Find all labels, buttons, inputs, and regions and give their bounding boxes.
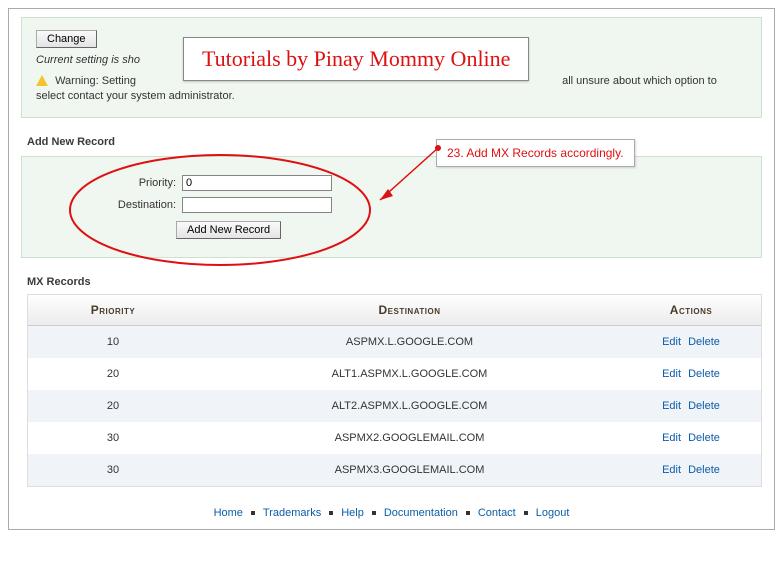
footer-nav: Home Trademarks Help Documentation Contact Lo… bbox=[9, 497, 774, 529]
app-frame: Change Current setting is sho Warning: S… bbox=[8, 8, 775, 530]
priority-label: Priority: bbox=[76, 177, 176, 189]
separator-icon bbox=[524, 511, 528, 515]
delete-link[interactable]: Delete bbox=[688, 464, 720, 476]
separator-icon bbox=[329, 511, 333, 515]
cell-priority: 20 bbox=[28, 358, 198, 390]
footer-link[interactable]: Help bbox=[341, 507, 364, 519]
footer-link[interactable]: Home bbox=[214, 507, 243, 519]
table-row: 20ALT1.ASPMX.L.GOOGLE.COMEdit Delete bbox=[28, 358, 761, 390]
destination-label: Destination: bbox=[76, 199, 176, 211]
footer-link[interactable]: Logout bbox=[536, 507, 570, 519]
table-row: 30ASPMX2.GOOGLEMAIL.COMEdit Delete bbox=[28, 422, 761, 454]
cell-priority: 30 bbox=[28, 454, 198, 486]
delete-link[interactable]: Delete bbox=[688, 368, 720, 380]
cell-actions: Edit Delete bbox=[621, 454, 761, 486]
edit-link[interactable]: Edit bbox=[662, 368, 681, 380]
cell-priority: 10 bbox=[28, 326, 198, 358]
edit-link[interactable]: Edit bbox=[662, 336, 681, 348]
col-actions: Actions bbox=[621, 295, 761, 325]
separator-icon bbox=[372, 511, 376, 515]
footer-link[interactable]: Trademarks bbox=[263, 507, 321, 519]
footer-link[interactable]: Documentation bbox=[384, 507, 458, 519]
warning-icon bbox=[36, 75, 48, 86]
table-row: 20ALT2.ASPMX.L.GOOGLE.COMEdit Delete bbox=[28, 390, 761, 422]
priority-input[interactable] bbox=[182, 175, 332, 191]
cell-actions: Edit Delete bbox=[621, 358, 761, 390]
edit-link[interactable]: Edit bbox=[662, 400, 681, 412]
edit-link[interactable]: Edit bbox=[662, 464, 681, 476]
edit-link[interactable]: Edit bbox=[662, 432, 681, 444]
destination-input[interactable] bbox=[182, 197, 332, 213]
cell-priority: 30 bbox=[28, 422, 198, 454]
delete-link[interactable]: Delete bbox=[688, 336, 720, 348]
change-button[interactable]: Change bbox=[36, 30, 97, 48]
separator-icon bbox=[251, 511, 255, 515]
warning-label: Warning: bbox=[55, 75, 99, 87]
footer-link[interactable]: Contact bbox=[478, 507, 516, 519]
callout-annotation: 23. Add MX Records accordingly. bbox=[436, 139, 635, 167]
table-row: 30ASPMX3.GOOGLEMAIL.COMEdit Delete bbox=[28, 454, 761, 486]
cell-priority: 20 bbox=[28, 390, 198, 422]
mx-table-header: Priority Destination Actions bbox=[28, 295, 761, 326]
mx-table-body: 10ASPMX.L.GOOGLE.COMEdit Delete20ALT1.AS… bbox=[28, 326, 761, 486]
mx-records-table: Priority Destination Actions 10ASPMX.L.G… bbox=[27, 294, 762, 487]
cell-actions: Edit Delete bbox=[621, 422, 761, 454]
tutorial-banner-annotation: Tutorials by Pinay Mommy Online bbox=[183, 37, 529, 81]
add-record-title: Add New Record bbox=[27, 136, 762, 148]
mx-records-title: MX Records bbox=[27, 276, 762, 288]
add-record-panel: Priority: Destination: Add New Record bbox=[21, 156, 762, 258]
cell-destination: ALT2.ASPMX.L.GOOGLE.COM bbox=[198, 390, 621, 422]
cell-destination: ASPMX2.GOOGLEMAIL.COM bbox=[198, 422, 621, 454]
col-destination: Destination bbox=[198, 295, 621, 325]
warning-prefix: Setting bbox=[99, 75, 139, 87]
delete-link[interactable]: Delete bbox=[688, 432, 720, 444]
add-record-button[interactable]: Add New Record bbox=[176, 221, 281, 239]
cell-actions: Edit Delete bbox=[621, 390, 761, 422]
separator-icon bbox=[466, 511, 470, 515]
delete-link[interactable]: Delete bbox=[688, 400, 720, 412]
cell-destination: ALT1.ASPMX.L.GOOGLE.COM bbox=[198, 358, 621, 390]
cell-actions: Edit Delete bbox=[621, 326, 761, 358]
table-row: 10ASPMX.L.GOOGLE.COMEdit Delete bbox=[28, 326, 761, 358]
col-priority: Priority bbox=[28, 295, 198, 325]
cell-destination: ASPMX.L.GOOGLE.COM bbox=[198, 326, 621, 358]
cell-destination: ASPMX3.GOOGLEMAIL.COM bbox=[198, 454, 621, 486]
